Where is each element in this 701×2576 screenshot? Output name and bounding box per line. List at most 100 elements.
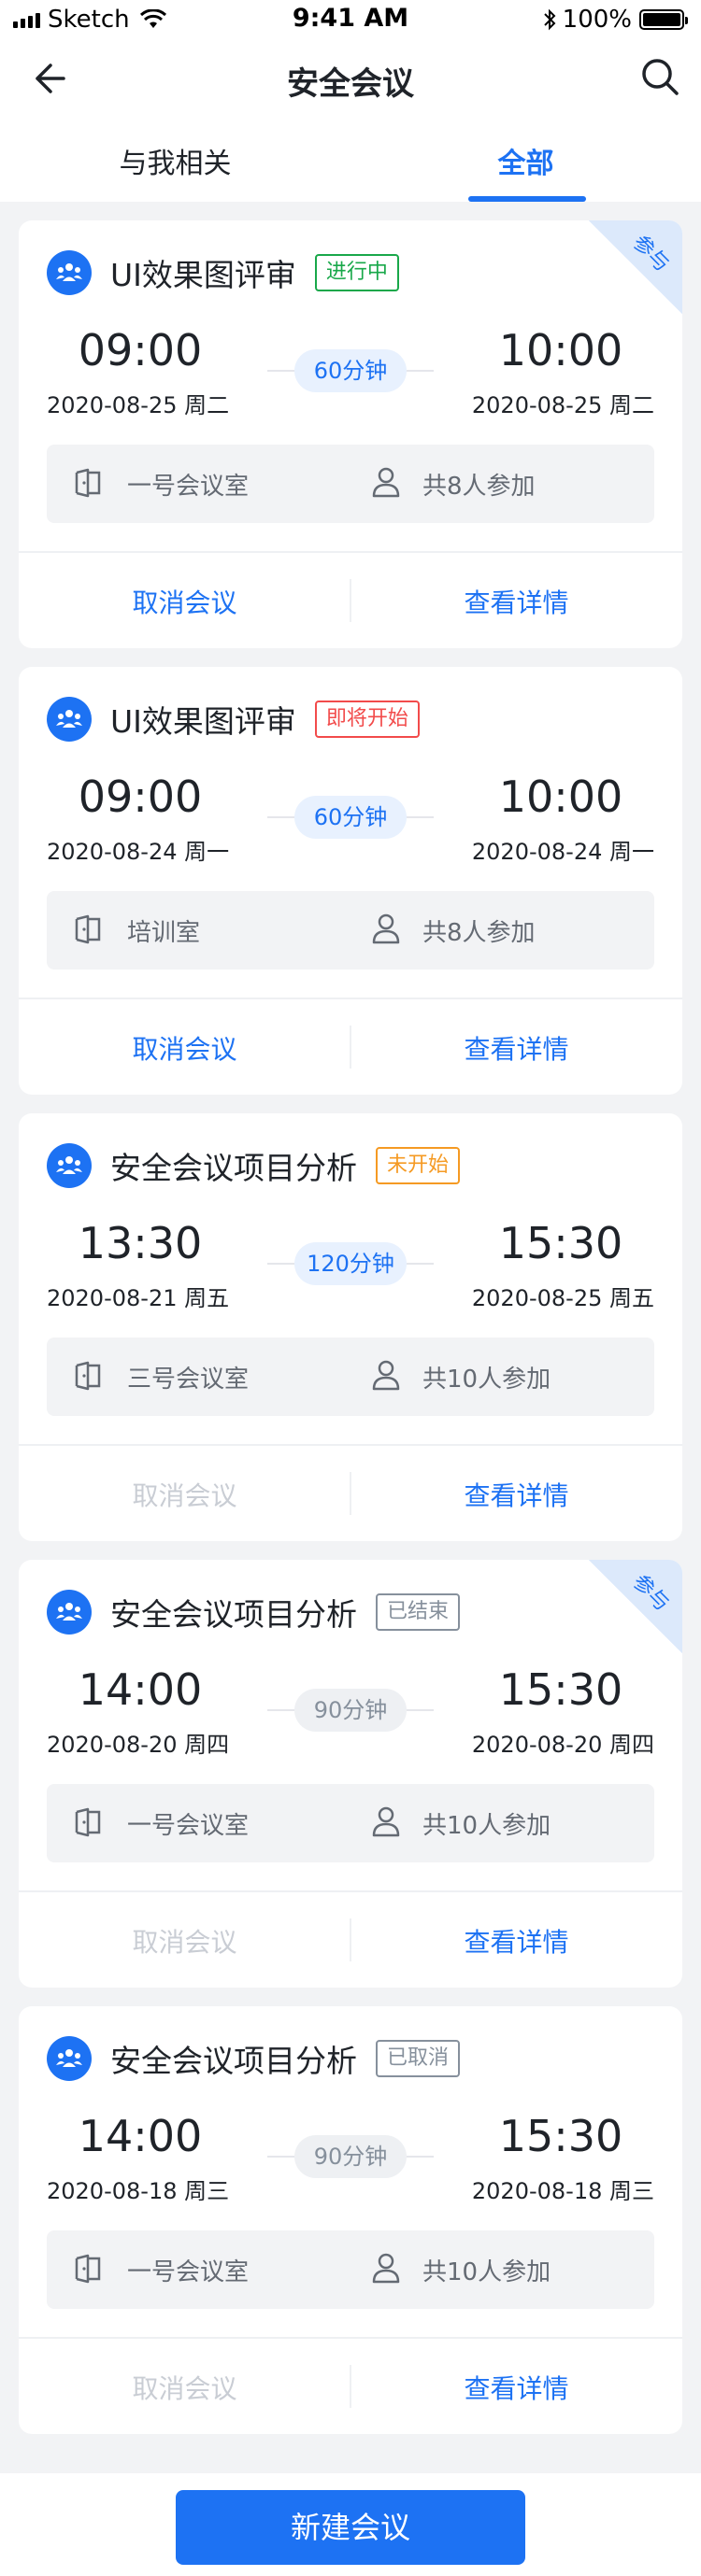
status-right: 100% [542,6,688,34]
status-badge: 已结束 [376,1593,461,1631]
view-details-button[interactable]: 查看详情 [350,1029,682,1067]
end-date: 2020-08-24 周一 [471,839,654,865]
duration-badge: 120分钟 [294,1242,407,1285]
card-actions: 取消会议 查看详情 [19,1892,682,1988]
status-badge: 进行中 [314,254,399,291]
start-date: 2020-08-25 周二 [47,392,230,418]
person-icon [372,467,400,498]
card-actions: 取消会议 查看详情 [19,553,682,648]
person-icon [372,1360,400,1391]
cancel-meeting-button[interactable]: 取消会议 [19,1029,350,1067]
participant-count: 共10人参加 [422,2258,551,2286]
card-actions: 取消会议 查看详情 [19,999,682,1095]
meeting-info: 一号会议室 共10人参加 [47,2230,654,2309]
person-icon [372,2253,400,2284]
person-icon [372,913,400,944]
meeting-title: 安全会议项目分析 [110,1150,357,1186]
meeting-header: UI效果图评审 即将开始 [47,695,420,743]
new-meeting-button[interactable]: 新建会议 [176,2490,525,2565]
battery-icon [639,9,688,30]
room-name: 三号会议室 [127,1366,250,1394]
end-time: 10:00 [498,325,623,375]
meeting-card[interactable]: 安全会议项目分析 未开始 13:30 2020-08-21 周五 120分钟 1… [19,1113,682,1541]
meeting-card[interactable]: 参与 UI效果图评审 进行中 09:00 2020-08-25 周二 60分钟 [19,220,682,648]
participate-ribbon: 参与 [589,220,682,314]
participant-count: 共8人参加 [422,919,536,947]
tab-related[interactable]: 与我相关 [0,140,350,181]
door-icon [75,2254,101,2284]
duration-badge: 90分钟 [294,1689,407,1732]
person-icon [372,1806,400,1837]
duration-badge: 60分钟 [294,796,407,839]
start-time: 14:00 [78,1664,203,1715]
room-name: 一号会议室 [127,2258,250,2286]
bluetooth-icon [543,8,556,31]
page-title: 安全会议 [287,65,414,103]
meeting-card[interactable]: 安全会议项目分析 已取消 14:00 2020-08-18 周三 90分钟 15… [19,2006,682,2434]
duration-badge: 90分钟 [294,2135,407,2178]
door-icon [75,914,101,944]
participant-count: 共8人参加 [422,473,536,501]
end-time: 15:30 [498,1664,623,1715]
meeting-card[interactable]: 参与 安全会议项目分析 已结束 14:00 2020-08-20 周四 90分钟 [19,1560,682,1988]
meeting-title: 安全会议项目分析 [110,1596,357,1633]
door-icon [75,468,101,498]
start-date: 2020-08-18 周三 [47,2178,230,2204]
meeting-icon [47,1590,92,1635]
time-row: 09:00 2020-08-25 周二 60分钟 10:00 2020-08-2… [19,325,682,428]
status-badge: 即将开始 [314,701,420,738]
view-details-button[interactable]: 查看详情 [350,583,682,620]
search-icon[interactable] [636,52,684,101]
meeting-header: UI效果图评审 进行中 [47,248,399,297]
end-date: 2020-08-18 周三 [471,2178,654,2204]
end-time: 10:00 [498,771,623,822]
tab-all[interactable]: 全部 [350,140,701,181]
room-name: 一号会议室 [127,473,250,501]
time-row: 14:00 2020-08-20 周四 90分钟 15:30 2020-08-2… [19,1664,682,1767]
end-date: 2020-08-25 周五 [471,1285,654,1311]
cancel-meeting-button[interactable]: 取消会议 [19,1476,350,1513]
cancel-meeting-button[interactable]: 取消会议 [19,1922,350,1960]
time-row: 09:00 2020-08-24 周一 60分钟 10:00 2020-08-2… [19,771,682,874]
door-icon [75,1361,101,1391]
view-details-button[interactable]: 查看详情 [350,1476,682,1513]
room-name: 培训室 [127,919,201,947]
battery-level [643,13,680,26]
meeting-title: UI效果图评审 [110,257,296,293]
status-bar: Sketch 9:41 AM 100% [0,0,701,37]
view-details-button[interactable]: 查看详情 [350,1922,682,1960]
end-time: 15:30 [498,2111,623,2161]
end-time: 15:30 [498,1218,623,1268]
meeting-info: 一号会议室 共8人参加 [47,445,654,523]
participant-count: 共10人参加 [422,1366,551,1394]
cancel-meeting-button[interactable]: 取消会议 [19,583,350,620]
start-date: 2020-08-24 周一 [47,839,230,865]
participate-label: 参与 [627,231,674,277]
start-time: 14:00 [78,2111,203,2161]
meeting-icon [47,250,92,295]
door-icon [75,1807,101,1837]
room-name: 一号会议室 [127,1812,250,1840]
cancel-meeting-button[interactable]: 取消会议 [19,2369,350,2406]
start-time: 13:30 [78,1218,203,1268]
participate-label: 参与 [627,1570,674,1617]
meeting-card[interactable]: UI效果图评审 即将开始 09:00 2020-08-24 周一 60分钟 10… [19,667,682,1095]
meeting-title: 安全会议项目分析 [110,2043,357,2079]
card-actions: 取消会议 查看详情 [19,2339,682,2434]
status-badge: 已取消 [376,2040,461,2077]
start-time: 09:00 [78,325,203,375]
time-row: 14:00 2020-08-18 周三 90分钟 15:30 2020-08-1… [19,2111,682,2214]
nav-bar: 安全会议 [0,37,701,120]
end-date: 2020-08-20 周四 [471,1732,654,1758]
tab-bar: 与我相关 全部 [0,120,701,202]
start-date: 2020-08-20 周四 [47,1732,230,1758]
battery-percent: 100% [562,6,632,34]
meeting-info: 培训室 共8人参加 [47,891,654,970]
card-actions: 取消会议 查看详情 [19,1446,682,1541]
start-time: 09:00 [78,771,203,822]
participate-ribbon: 参与 [589,1560,682,1653]
view-details-button[interactable]: 查看详情 [350,2369,682,2406]
end-date: 2020-08-25 周二 [471,392,654,418]
meeting-info: 三号会议室 共10人参加 [47,1338,654,1416]
meeting-header: 安全会议项目分析 已取消 [47,2034,461,2083]
